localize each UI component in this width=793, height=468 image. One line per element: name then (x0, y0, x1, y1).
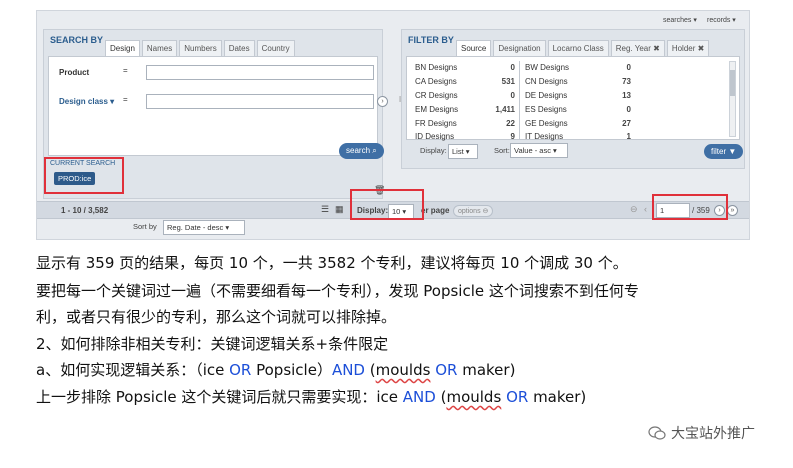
search-form: Product = Design class ▾ = › (48, 56, 388, 156)
search-tabs: Design Names Numbers Dates Country (105, 40, 295, 57)
tab-locarno-class[interactable]: Locarno Class (547, 40, 609, 57)
tab-designation[interactable]: Designation (493, 40, 546, 57)
pagination-highlight (652, 194, 728, 220)
tab-holder[interactable]: Holder ✖ (666, 40, 710, 57)
watermark: 大宝站外推广 (648, 423, 755, 443)
list-item[interactable]: EM Designs (415, 105, 458, 118)
article-line-1: 显示有 359 页的结果，每页 10 个，一共 3582 个专利，建议将每页 1… (36, 254, 628, 272)
tab-design[interactable]: Design (105, 40, 140, 57)
display-highlight (350, 189, 424, 220)
list-item[interactable]: CN Designs (525, 77, 568, 90)
article-line-6: 上一步排除 Popsicle 这个关键词后就只需要实现：ice AND (mou… (36, 388, 587, 406)
count: 0 (510, 91, 515, 100)
sort-by-label: Sort by (133, 222, 157, 231)
grid-view-icon[interactable]: ▦ (335, 204, 344, 215)
watermark-text: 大宝站外推广 (671, 426, 755, 442)
article-line-2: 要把每一个关键词过一遍（不需要细看每一个专利），发现 Popsicle 这个词搜… (36, 282, 639, 300)
count: 22 (506, 119, 515, 128)
list-item[interactable]: BN Designs (415, 63, 457, 76)
screenshot-panel: searches ▾ records ▾ SEARCH BY Design Na… (36, 10, 750, 240)
display-select[interactable]: List ▾ (448, 144, 478, 159)
article-line-5: a、如何实现逻辑关系：（ice OR Popsicle）AND (moulds … (36, 361, 516, 379)
design-class-input[interactable] (146, 94, 374, 109)
count: 0 (626, 105, 631, 114)
search-panel-title: SEARCH BY (50, 35, 104, 45)
count: 0 (626, 63, 631, 72)
searches-dropdown[interactable]: searches ▾ (663, 16, 697, 24)
filter-tabs: Source Designation Locarno Class Reg. Ye… (456, 40, 710, 57)
tab-dates[interactable]: Dates (223, 40, 255, 57)
column-divider (519, 61, 520, 139)
list-item[interactable]: BW Designs (525, 63, 569, 76)
results-range: 1 - 10 / 3,582 (61, 206, 109, 215)
display-label: Display: (420, 146, 447, 155)
last-page-icon[interactable]: » (727, 205, 738, 216)
scrollbar-thumb[interactable] (730, 70, 735, 96)
search-button[interactable]: search ⌕ (339, 143, 384, 159)
sort-label: Sort: (494, 146, 510, 155)
list-item[interactable]: CA Designs (415, 77, 457, 90)
current-search-highlight (44, 157, 124, 194)
design-class-label[interactable]: Design class ▾ (59, 97, 114, 106)
design-class-lookup-icon[interactable]: › (377, 96, 388, 107)
article-line-4: 2、如何排除非相关专利：关键词逻辑关系+条件限定 (36, 335, 389, 353)
sort-by-select[interactable]: Reg. Date - desc ▾ (163, 220, 245, 235)
tab-reg-year[interactable]: Reg. Year ✖ (610, 40, 665, 57)
count: 27 (622, 119, 631, 128)
sort-select[interactable]: Value - asc ▾ (510, 143, 568, 158)
tab-country[interactable]: Country (256, 40, 295, 57)
options-button[interactable]: options ⊖ (453, 205, 494, 217)
per-page-label: er page (421, 206, 450, 215)
count: 1 (626, 132, 631, 141)
product-input[interactable] (146, 65, 374, 80)
count: 0 (510, 63, 515, 72)
count: 73 (622, 77, 631, 86)
list-view-icon[interactable]: ☰ (321, 204, 329, 215)
filter-button[interactable]: filter ▼ (704, 144, 744, 159)
count: 9 (510, 132, 515, 141)
scrollbar[interactable] (729, 61, 736, 137)
list-item[interactable]: CR Designs (415, 91, 458, 104)
source-list: BN Designs 0 CA Designs 531 CR Designs 0… (406, 56, 740, 141)
design-class-eq: = (123, 95, 128, 104)
count: 13 (622, 91, 631, 100)
count: 531 (501, 77, 515, 86)
tab-numbers[interactable]: Numbers (179, 40, 222, 57)
tab-names[interactable]: Names (141, 40, 178, 57)
filter-panel-title: FILTER BY (408, 35, 454, 45)
product-eq: = (123, 66, 128, 75)
tab-source[interactable]: Source (456, 40, 492, 57)
first-page-icon[interactable]: ⊖ (630, 204, 638, 215)
count: 1,411 (495, 105, 515, 114)
list-item[interactable]: ES Designs (525, 105, 567, 118)
list-item[interactable]: FR Designs (415, 119, 457, 132)
product-label: Product (59, 68, 90, 77)
prev-page-icon[interactable]: ‹ (644, 204, 647, 214)
list-item[interactable]: DE Designs (525, 91, 567, 104)
records-dropdown[interactable]: records ▾ (707, 16, 736, 24)
list-item[interactable]: GE Designs (525, 119, 568, 132)
article-line-3: 利，或者只有很少的专利，那么这个词就可以排除掉。 (36, 308, 397, 326)
wechat-icon (648, 426, 666, 440)
filter-panel: FILTER BY Source Designation Locarno Cla… (401, 29, 745, 169)
